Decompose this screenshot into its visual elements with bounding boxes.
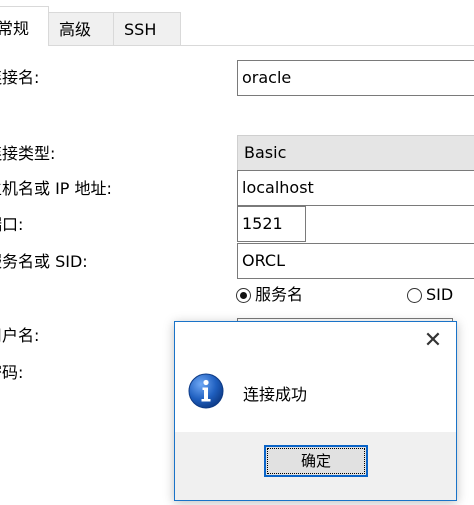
radio-checked-icon bbox=[236, 287, 251, 303]
radio-sid[interactable]: SID bbox=[407, 284, 453, 306]
connection-name-input[interactable]: oracle bbox=[237, 60, 474, 96]
connection-name-label: 连接名: bbox=[0, 68, 40, 87]
focus-ring bbox=[267, 448, 365, 474]
tab-strip: 常规 高级 SSH bbox=[0, 0, 474, 46]
username-label: 用户名: bbox=[0, 326, 40, 345]
tab-advanced[interactable]: 高级 bbox=[48, 12, 114, 45]
connection-type-select[interactable]: Basic bbox=[237, 135, 474, 171]
port-input[interactable]: 1521 bbox=[237, 206, 306, 242]
dialog-content: 连接成功 bbox=[175, 362, 456, 432]
service-input[interactable]: ORCL bbox=[237, 243, 474, 279]
tab-ssh-label: SSH bbox=[124, 20, 157, 39]
ok-button[interactable]: 确定 bbox=[264, 445, 368, 477]
radio-service-name-label: 服务名 bbox=[255, 285, 304, 304]
port-label: 端口: bbox=[0, 215, 24, 234]
radio-sid-label: SID bbox=[426, 285, 454, 304]
message-dialog: ✕ 连接成功 确定 bbox=[174, 321, 457, 501]
host-label: 主机名或 IP 地址: bbox=[0, 179, 112, 198]
dialog-titlebar: ✕ bbox=[175, 322, 456, 362]
tab-advanced-label: 高级 bbox=[59, 20, 92, 39]
tab-general-label: 常规 bbox=[0, 19, 30, 38]
connection-type-label: 连接类型: bbox=[0, 144, 56, 163]
close-icon[interactable]: ✕ bbox=[422, 330, 444, 352]
service-label: 服务名或 SID: bbox=[0, 252, 88, 271]
tab-ssh[interactable]: SSH bbox=[113, 12, 181, 45]
radio-service-name[interactable]: 服务名 bbox=[236, 284, 303, 306]
tab-general[interactable]: 常规 bbox=[0, 6, 49, 46]
password-label: 密码: bbox=[0, 363, 24, 382]
radio-unchecked-icon bbox=[407, 287, 422, 303]
info-icon bbox=[188, 373, 224, 409]
dialog-message: 连接成功 bbox=[243, 385, 308, 404]
host-input[interactable]: localhost bbox=[237, 170, 474, 206]
